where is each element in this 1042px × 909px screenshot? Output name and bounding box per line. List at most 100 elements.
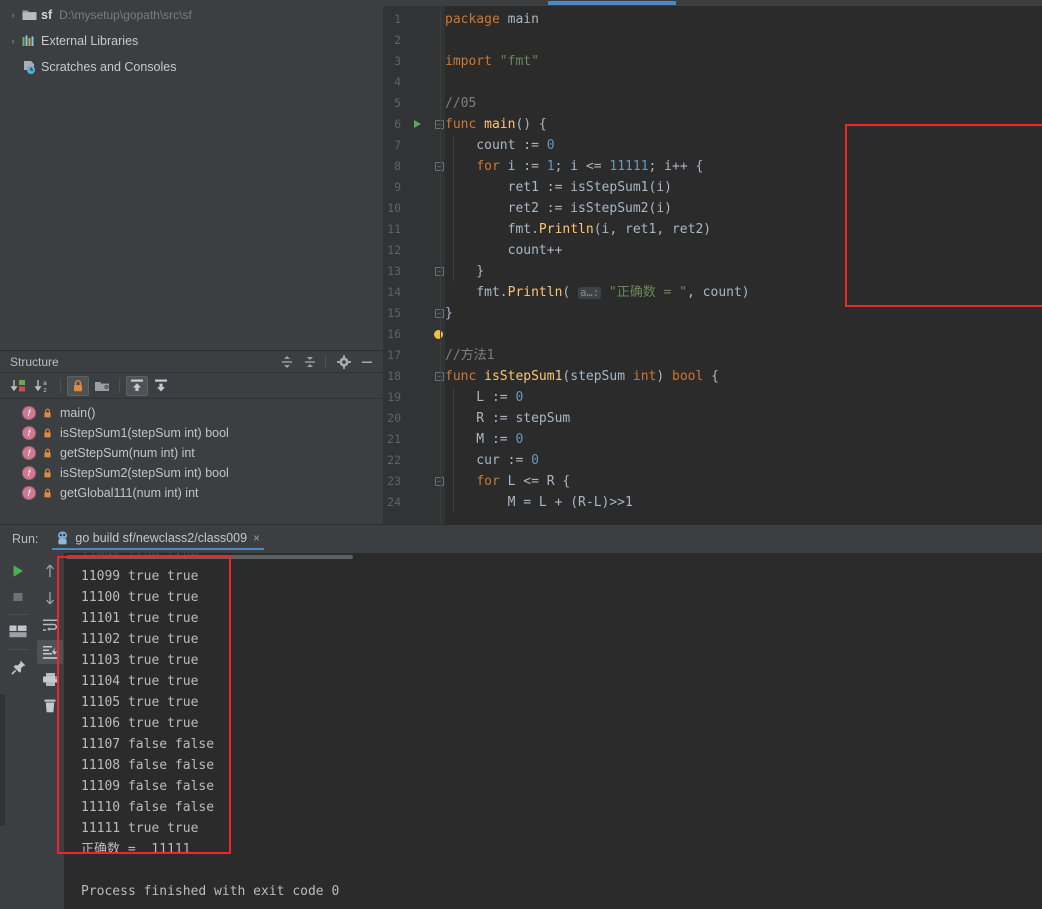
- tree-item-sf[interactable]: › sf D:\mysetup\gopath\src\sf: [0, 5, 383, 25]
- structure-item-getglobal111[interactable]: f getGlobal111(num int) int: [0, 483, 383, 503]
- chevron-right-icon[interactable]: ›: [6, 8, 20, 22]
- printer-icon[interactable]: [37, 667, 63, 691]
- code-token: (stepSum: [562, 369, 633, 384]
- console-line: 11102 true true: [81, 632, 199, 647]
- arrow-up-icon[interactable]: [37, 559, 63, 583]
- structure-item-getstepsum[interactable]: f getStepSum(num int) int: [0, 443, 383, 463]
- run-gutter-icon[interactable]: [414, 120, 421, 128]
- gutter-divider: [440, 6, 441, 524]
- go-build-icon: [56, 531, 69, 545]
- structure-item-isstepsum2[interactable]: f isStepSum2(stepSum int) bool: [0, 463, 383, 483]
- line-number: 11: [387, 222, 401, 236]
- structure-item-main[interactable]: f main(): [0, 403, 383, 423]
- tree-item-external-libraries[interactable]: › External Libraries: [0, 31, 383, 51]
- close-icon[interactable]: ×: [253, 531, 260, 545]
- code-token: int: [632, 369, 657, 384]
- console-line: 11107 false false: [81, 737, 215, 752]
- code-line: //方法1: [445, 345, 494, 366]
- code-token: Println: [507, 285, 563, 300]
- console-line: 11103 true true: [81, 653, 199, 668]
- fields-icon[interactable]: [91, 376, 113, 396]
- structure-item-label: main(): [60, 406, 96, 420]
- code-token: () {: [515, 117, 547, 132]
- console-line: 11106 true true: [81, 716, 199, 731]
- code-token: ; i <=: [554, 159, 610, 174]
- line-number: 9: [394, 180, 401, 194]
- tree-item-label: sf: [41, 8, 53, 22]
- console-output[interactable]: 11098 true true11099 true true11100 true…: [64, 553, 1042, 909]
- line-number: 23: [387, 474, 401, 488]
- editor-code-area[interactable]: package main import "fmt"//05 func main() …: [445, 6, 1042, 524]
- code-token: func: [445, 369, 485, 384]
- code-token: func: [445, 117, 485, 132]
- scroll-end-icon[interactable]: [37, 640, 63, 664]
- code-token: import: [445, 54, 500, 69]
- line-number: 6: [394, 117, 401, 131]
- line-number: 2: [394, 33, 401, 47]
- code-token: package: [445, 12, 508, 27]
- chevron-right-icon[interactable]: ›: [6, 34, 20, 48]
- sort-alpha-icon[interactable]: a z: [32, 376, 54, 396]
- code-line: fmt.Println(i, ret1, ret2): [445, 219, 712, 240]
- structure-item-isstepsum1[interactable]: f isStepSum1(stepSum int) bool: [0, 423, 383, 443]
- code-token: "fmt": [499, 54, 539, 69]
- console-horizontal-scrollbar[interactable]: [66, 555, 353, 559]
- lock-icon: [41, 488, 54, 499]
- code-line: package main: [445, 9, 539, 30]
- code-token: for: [476, 474, 508, 489]
- console-line: 11111 true true: [81, 821, 199, 836]
- run-tool-window-header: Run: go build sf/newclass2/class009 ×: [0, 525, 1042, 553]
- line-number: 20: [387, 411, 401, 425]
- arrow-down-box-icon[interactable]: [150, 376, 172, 396]
- structure-item-label: isStepSum2(stepSum int) bool: [60, 466, 229, 480]
- indent-guide: [453, 387, 454, 513]
- minimize-icon[interactable]: [357, 353, 377, 371]
- structure-panel-header: Structure: [0, 351, 383, 373]
- active-tab-indicator[interactable]: [548, 1, 676, 5]
- tree-no-arrow: [6, 60, 20, 74]
- code-line: M = L + (R-L)>>1: [445, 492, 633, 513]
- code-token: L <= R {: [507, 474, 571, 489]
- folder-icon: [20, 7, 38, 23]
- code-line: import "fmt": [445, 51, 539, 72]
- editor-gutter[interactable]: 123456–78–910111213–1415–161718–19202122…: [383, 6, 445, 524]
- code-line: cur := 0: [445, 450, 539, 471]
- inline-parameter-hint: a…:: [578, 287, 602, 299]
- soft-wrap-icon[interactable]: [37, 613, 63, 637]
- code-token: {: [703, 369, 719, 384]
- run-configuration-tab[interactable]: go build sf/newclass2/class009 ×: [52, 528, 265, 550]
- console-line: 11105 true true: [81, 695, 199, 710]
- code-token: cur :=: [445, 453, 532, 468]
- indent-guide: [453, 135, 454, 282]
- code-line: R := stepSum: [445, 408, 570, 429]
- code-token: (i): [648, 201, 672, 216]
- code-line: ret1 := isStepSum1(i): [445, 177, 672, 198]
- collapse-all-button[interactable]: [300, 353, 320, 371]
- toolbar-divider: [7, 614, 29, 615]
- code-token: 11111: [609, 159, 649, 174]
- tree-item-scratches-and-consoles[interactable]: Scratches and Consoles: [0, 57, 383, 77]
- arrow-down-icon[interactable]: [37, 586, 63, 610]
- code-token: bool: [672, 369, 704, 384]
- arrow-up-box-icon[interactable]: [126, 375, 148, 396]
- code-token: fmt.: [445, 285, 508, 300]
- svg-text:z: z: [43, 386, 47, 394]
- structure-panel-title: Structure: [10, 354, 59, 369]
- trash-icon[interactable]: [37, 694, 63, 718]
- code-token: for: [476, 159, 508, 174]
- expand-all-button[interactable]: [277, 353, 297, 371]
- line-number: 19: [387, 390, 401, 404]
- code-token: }: [445, 306, 453, 321]
- sort-visibility-icon[interactable]: [8, 376, 30, 396]
- lock-icon: [41, 428, 54, 439]
- code-editor-panel[interactable]: 123456–78–910111213–1415–161718–19202122…: [383, 0, 1042, 524]
- console-line: 11100 true true: [81, 590, 199, 605]
- lock-icon: [41, 408, 54, 419]
- line-number: 7: [394, 138, 401, 152]
- lock-icon[interactable]: [67, 375, 89, 396]
- line-number: 24: [387, 495, 401, 509]
- code-token: M = L + (R-L)>>1: [445, 495, 633, 510]
- intention-bulb-icon[interactable]: [434, 330, 443, 339]
- gear-icon[interactable]: [334, 353, 354, 371]
